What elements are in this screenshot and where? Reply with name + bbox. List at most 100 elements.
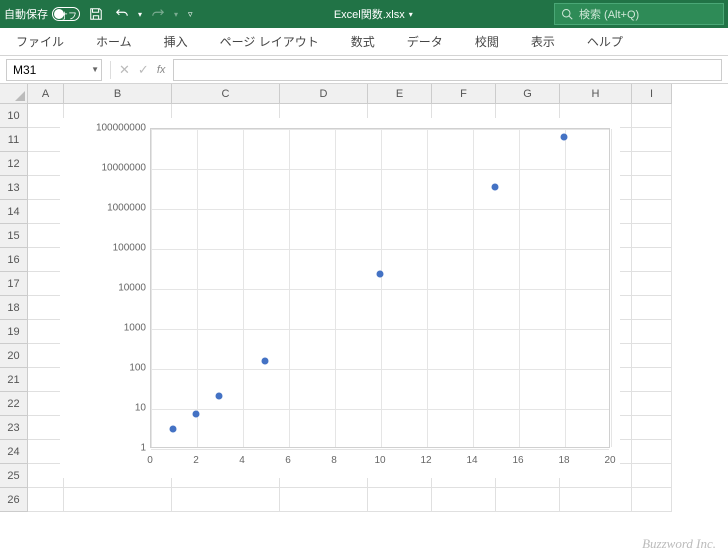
tab-view[interactable]: 表示 [525,29,561,54]
cell[interactable] [172,488,280,512]
cell[interactable] [632,176,672,200]
cell[interactable] [28,392,64,416]
tab-home[interactable]: ホーム [90,29,138,54]
cell[interactable] [28,488,64,512]
tab-help[interactable]: ヘルプ [581,29,629,54]
cell[interactable] [496,488,560,512]
row-headers[interactable]: 1011121314151617181920212223242526 [0,104,28,512]
cell[interactable] [28,272,64,296]
cell[interactable] [28,416,64,440]
select-all-button[interactable] [0,84,28,104]
column-header[interactable]: E [368,84,432,104]
undo-chevron-icon[interactable]: ▾ [138,10,142,19]
column-header[interactable]: A [28,84,64,104]
x-tick-label: 2 [193,455,199,466]
row-header[interactable]: 25 [0,464,28,488]
cell[interactable] [632,440,672,464]
cell[interactable] [28,440,64,464]
row-header[interactable]: 16 [0,248,28,272]
undo-button[interactable] [112,4,132,24]
tab-file[interactable]: ファイル [10,29,70,54]
row-header[interactable]: 14 [0,200,28,224]
column-headers[interactable]: ABCDEFGHI [28,84,728,104]
fx-icon[interactable]: fx [157,64,166,76]
row-header[interactable]: 10 [0,104,28,128]
cell[interactable] [632,200,672,224]
cell[interactable] [560,488,632,512]
cell[interactable] [632,128,672,152]
tab-formulas[interactable]: 数式 [345,29,381,54]
data-point [216,392,223,399]
column-header[interactable]: C [172,84,280,104]
cell[interactable] [632,416,672,440]
row-header[interactable]: 18 [0,296,28,320]
scatter-chart[interactable]: 1101001000100001000001000000100000001000… [60,118,620,478]
toggle-switch-icon[interactable]: オフ [52,7,80,21]
cell[interactable] [632,344,672,368]
formula-input[interactable] [173,59,722,81]
cell[interactable] [368,488,432,512]
cell[interactable] [28,104,64,128]
title-chevron-icon[interactable]: ▾ [409,10,413,19]
cell[interactable] [28,464,64,488]
cell[interactable] [632,488,672,512]
cell[interactable] [28,152,64,176]
row-header[interactable]: 12 [0,152,28,176]
row-header[interactable]: 21 [0,368,28,392]
name-box-value: M31 [13,63,36,77]
cell[interactable] [632,392,672,416]
row-header[interactable]: 22 [0,392,28,416]
column-header[interactable]: H [560,84,632,104]
name-box[interactable]: M31 ▼ [6,59,102,81]
cell[interactable] [28,296,64,320]
cell[interactable] [28,176,64,200]
cell[interactable] [432,488,496,512]
cell[interactable] [632,320,672,344]
column-header[interactable]: F [432,84,496,104]
cell[interactable] [632,248,672,272]
row-header[interactable]: 20 [0,344,28,368]
row-header[interactable]: 19 [0,320,28,344]
row-header[interactable]: 17 [0,272,28,296]
row-header[interactable]: 24 [0,440,28,464]
save-icon[interactable] [86,4,106,24]
cell[interactable] [28,224,64,248]
row-header[interactable]: 15 [0,224,28,248]
tab-review[interactable]: 校閲 [469,29,505,54]
column-header[interactable]: G [496,84,560,104]
row-header[interactable]: 11 [0,128,28,152]
row-header[interactable]: 26 [0,488,28,512]
row-header[interactable]: 13 [0,176,28,200]
cell[interactable] [28,248,64,272]
tab-insert[interactable]: 挿入 [158,29,194,54]
search-input[interactable]: 検索 (Alt+Q) [554,3,724,25]
cell[interactable] [28,344,64,368]
tab-data[interactable]: データ [401,29,449,54]
cell[interactable] [64,488,172,512]
cell[interactable] [632,104,672,128]
cell[interactable] [632,272,672,296]
chevron-down-icon[interactable]: ▼ [91,65,99,74]
spreadsheet-grid[interactable]: ABCDEFGHI 101112131415161718192021222324… [0,84,728,560]
autosave-toggle[interactable]: 自動保存 オフ [4,6,80,22]
cell[interactable] [632,368,672,392]
x-tick-label: 14 [466,455,477,466]
formula-bar: M31 ▼ ✕ ✓ fx [0,56,728,84]
column-header[interactable]: B [64,84,172,104]
autosave-label: 自動保存 [4,6,48,22]
cell[interactable] [280,488,368,512]
cell[interactable] [28,128,64,152]
cell[interactable] [632,224,672,248]
cell[interactable] [632,464,672,488]
cell[interactable] [632,152,672,176]
column-header[interactable]: I [632,84,672,104]
y-tick-label: 1 [66,443,146,454]
cell[interactable] [28,320,64,344]
column-header[interactable]: D [280,84,368,104]
tab-pagelayout[interactable]: ページ レイアウト [214,29,325,54]
row-header[interactable]: 23 [0,416,28,440]
cell[interactable] [632,296,672,320]
cell[interactable] [28,368,64,392]
y-tick-label: 10000 [66,283,146,294]
cell[interactable] [28,200,64,224]
